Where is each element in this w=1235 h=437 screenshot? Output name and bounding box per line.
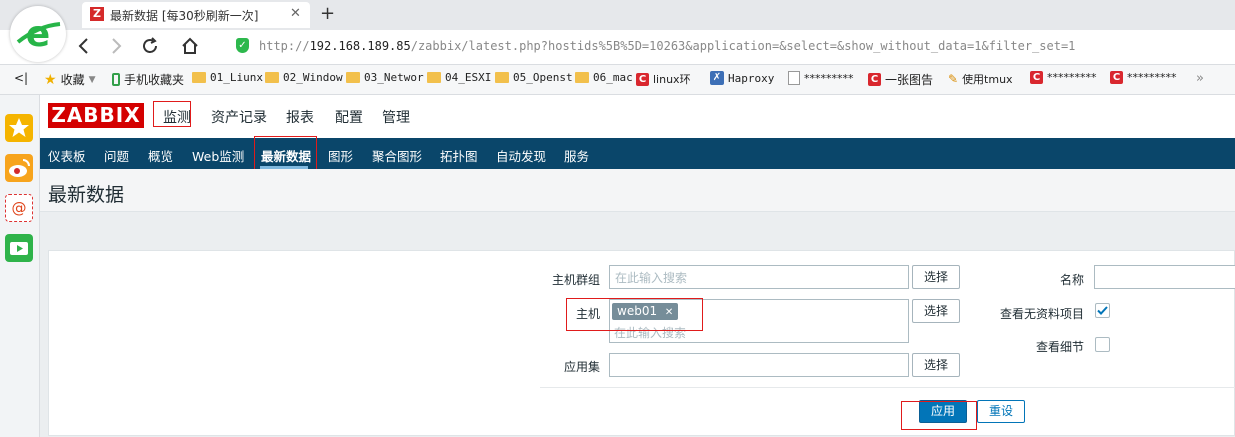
show-details-label: 查看细节 <box>1035 340 1084 354</box>
c-icon: C <box>1110 71 1123 84</box>
show-without-data-label: 查看无资料项目 <box>999 307 1084 321</box>
url-host: 192.168.189.85 <box>309 39 411 53</box>
zabbix-favicon-icon: Z <box>90 7 104 21</box>
x-icon: ✗ <box>710 71 724 85</box>
reset-button[interactable]: 重设 <box>977 400 1025 423</box>
phone-icon <box>112 73 120 86</box>
c-icon: C <box>1030 71 1043 84</box>
bookmark-mobile[interactable]: 手机收藏夹 <box>112 71 184 88</box>
bookmark-folder[interactable]: 05_Openst <box>495 71 573 84</box>
sub-menu-problems[interactable]: 问题 <box>104 146 129 165</box>
top-menu-configuration[interactable]: 配置 <box>335 107 363 127</box>
weibo-icon[interactable] <box>5 154 33 182</box>
bookmark-link[interactable]: ********* <box>788 71 854 85</box>
c-icon: C <box>868 73 881 86</box>
bookmark-link[interactable]: C ********* <box>1110 71 1177 84</box>
bookmark-folder[interactable]: 02_Window <box>265 71 343 84</box>
show-without-data-checkbox[interactable] <box>1095 303 1110 318</box>
address-bar[interactable]: http://192.168.189.85/zabbix/latest.php?… <box>259 39 1075 53</box>
folder-icon <box>427 72 441 83</box>
application-input[interactable] <box>609 353 909 377</box>
sub-menu-graphs[interactable]: 图形 <box>328 146 353 165</box>
zabbix-logo[interactable]: ZABBIX <box>48 103 144 128</box>
bookmark-link[interactable]: C 一张图告 <box>868 71 933 88</box>
title-area <box>40 169 1235 212</box>
new-tab-button[interactable]: + <box>320 3 335 24</box>
browser-logo-icon[interactable]: e <box>10 6 66 62</box>
bookmark-link[interactable]: ✗ Haproxy <box>710 71 774 85</box>
tv-icon[interactable] <box>5 234 33 262</box>
bookmarks-more-icon[interactable]: » <box>1196 71 1204 86</box>
back-icon[interactable] <box>76 36 90 61</box>
mail-icon[interactable]: @ <box>5 194 33 222</box>
sub-menu-maps[interactable]: 拓扑图 <box>440 146 478 165</box>
folder-icon <box>192 72 206 83</box>
show-details-checkbox[interactable] <box>1095 337 1110 352</box>
url-path: /zabbix/latest.php?hostids%5B%5D=10263&a… <box>410 39 1076 53</box>
host-select-button[interactable]: 选择 <box>912 299 960 323</box>
sub-menu-services[interactable]: 服务 <box>564 146 589 165</box>
bookmark-favorites[interactable]: ★ 收藏 ▼ <box>44 71 96 88</box>
host-group-label: 主机群组 <box>551 273 600 287</box>
bookmark-link[interactable]: Clinux环 <box>636 71 691 87</box>
browser-tab-title: 最新数据 [每30秒刷新一次] <box>110 9 259 23</box>
bookmark-folder[interactable]: 01_Liunx <box>192 71 263 84</box>
folder-icon <box>495 72 509 83</box>
sub-menu-screens[interactable]: 聚合图形 <box>372 146 422 165</box>
application-select-button[interactable]: 选择 <box>912 353 960 377</box>
top-menu-administration[interactable]: 管理 <box>382 107 410 127</box>
highlight-box-host <box>566 298 703 331</box>
security-shield-icon[interactable]: ✓ <box>236 38 249 53</box>
bookmark-folder[interactable]: 04_ESXI <box>427 71 491 84</box>
refresh-icon[interactable] <box>140 36 160 61</box>
highlight-box-apply <box>901 401 977 430</box>
host-group-select-button[interactable]: 选择 <box>912 265 960 289</box>
bookmark-link[interactable]: ✎ 使用tmux <box>948 71 1013 87</box>
favorites-star-icon[interactable] <box>5 114 33 142</box>
url-prefix: http:// <box>259 39 310 53</box>
svg-text:@: @ <box>12 199 27 217</box>
home-icon[interactable] <box>180 36 200 61</box>
name-label: 名称 <box>1059 273 1084 287</box>
bookmark-folder[interactable]: 06_mac <box>575 71 633 84</box>
chevron-down-icon: ▼ <box>88 74 96 85</box>
top-menu-reports[interactable]: 报表 <box>286 107 314 127</box>
bookmark-link[interactable]: C ********* <box>1030 71 1097 84</box>
host-group-input[interactable]: 在此输入搜索 <box>609 265 909 289</box>
forward-icon[interactable] <box>110 36 124 61</box>
bookmark-bar-toggle[interactable]: <| <box>14 71 28 85</box>
sub-menu-overview[interactable]: 概览 <box>148 146 173 165</box>
tab-close-icon[interactable]: ✕ <box>290 6 301 21</box>
folder-icon <box>265 72 279 83</box>
top-menu-inventory[interactable]: 资产记录 <box>211 107 267 127</box>
application-label: 应用集 <box>563 360 600 374</box>
bookmark-folder[interactable]: 03_Networ <box>346 71 424 84</box>
sub-menu-web[interactable]: Web监测 <box>192 146 244 165</box>
host-group-placeholder: 在此输入搜索 <box>615 271 688 285</box>
page-title: 最新数据 <box>48 184 125 206</box>
sub-menu-dashboard[interactable]: 仪表板 <box>48 146 86 165</box>
side-dock <box>0 95 40 437</box>
folder-icon <box>575 72 589 83</box>
checkmark-icon <box>1097 306 1108 315</box>
folder-icon <box>346 72 360 83</box>
highlight-box-monitoring <box>153 101 191 127</box>
star-icon: ★ <box>44 71 57 88</box>
pen-icon: ✎ <box>948 72 959 86</box>
name-input[interactable] <box>1094 265 1235 289</box>
c-icon: C <box>636 72 649 86</box>
page-icon <box>788 71 800 85</box>
sub-menu-discovery[interactable]: 自动发现 <box>496 146 546 165</box>
filter-separator <box>540 387 1235 388</box>
